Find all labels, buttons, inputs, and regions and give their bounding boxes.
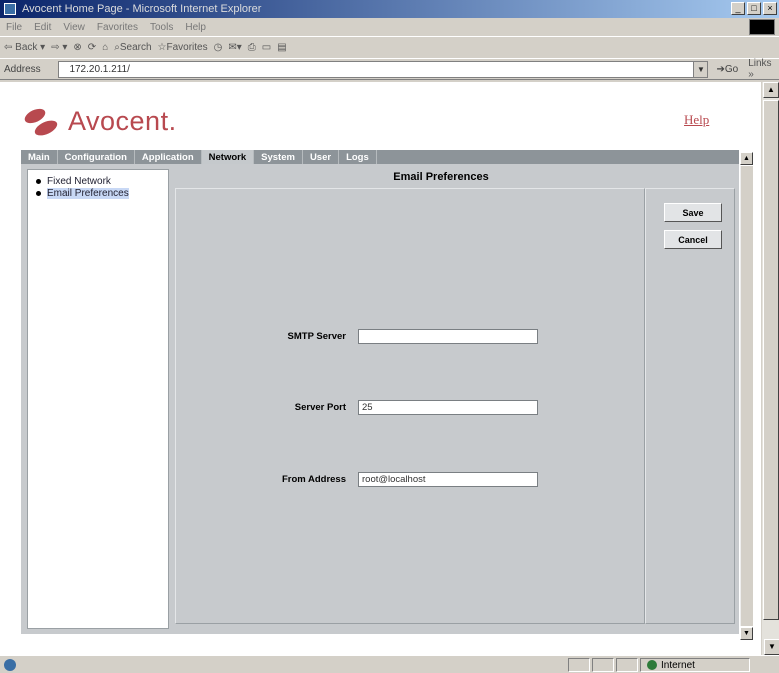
menu-bar: File Edit View Favorites Tools Help (0, 18, 779, 36)
back-button[interactable]: ⇦ Back ▾ (4, 42, 45, 53)
minimize-button[interactable]: _ (731, 2, 745, 15)
discuss-icon[interactable]: ▤ (277, 42, 286, 53)
smtp-server-label: SMTP Server (287, 331, 346, 342)
tab-configuration[interactable]: Configuration (58, 150, 135, 164)
network-sidebar: Fixed Network Email Preferences (27, 169, 169, 629)
window-title: Avocent Home Page - Microsoft Internet E… (22, 3, 262, 15)
menu-edit[interactable]: Edit (34, 22, 51, 33)
save-button[interactable]: Save (664, 203, 722, 222)
sidebar-item-fixed-network[interactable]: Fixed Network (36, 176, 160, 187)
stop-icon[interactable]: ⊗ (73, 42, 81, 53)
home-icon[interactable]: ⌂ (102, 42, 108, 53)
close-button[interactable]: × (763, 2, 777, 15)
tab-system[interactable]: System (254, 150, 303, 164)
scroll-up-icon[interactable]: ▲ (763, 82, 779, 98)
address-input[interactable]: 172.20.1.211/ ▼ (58, 60, 709, 78)
sidebar-item-label: Fixed Network (47, 176, 111, 187)
sidebar-item-label: Email Preferences (47, 188, 129, 199)
from-address-input[interactable] (358, 472, 538, 487)
maximize-button[interactable]: □ (747, 2, 761, 15)
actions-panel: Save Cancel (645, 188, 735, 624)
applet-scrollbar[interactable] (740, 166, 753, 626)
applet-scroll-down-icon[interactable]: ▼ (740, 627, 753, 640)
applet-scroll-up-icon[interactable]: ▲ (740, 152, 753, 165)
menu-help[interactable]: Help (185, 22, 206, 33)
menu-favorites[interactable]: Favorites (97, 22, 138, 33)
globe-icon (647, 660, 657, 670)
from-address-label: From Address (281, 474, 346, 485)
window-titlebar: Avocent Home Page - Microsoft Internet E… (0, 0, 779, 18)
tab-application[interactable]: Application (135, 150, 202, 164)
forward-button[interactable]: ⇨ ▾ (51, 42, 67, 53)
sidebar-item-email-preferences[interactable]: Email Preferences (36, 188, 160, 199)
page-title: Email Preferences (393, 171, 489, 183)
menu-view[interactable]: View (63, 22, 85, 33)
search-label: Search (119, 42, 152, 53)
applet-frame: Fixed Network Email Preferences Email Pr… (21, 164, 739, 634)
links-button[interactable]: Links » (748, 58, 779, 80)
ie-icon (4, 3, 16, 15)
scroll-down-icon[interactable]: ▼ (764, 639, 779, 655)
browser-scrollbar[interactable]: ▲ ▼ (761, 82, 779, 655)
address-bar: Address 172.20.1.211/ ▼ ➔Go Links » (0, 58, 779, 80)
go-label: Go (724, 63, 739, 75)
main-nav: Main Configuration Application Network S… (21, 150, 739, 164)
server-port-label: Server Port (294, 402, 346, 413)
menu-tools[interactable]: Tools (150, 22, 173, 33)
bullet-icon (36, 179, 41, 184)
smtp-server-row: SMTP Server (281, 329, 538, 344)
page-status-icon (4, 658, 16, 671)
brand-name: Avocent. (68, 106, 177, 136)
go-button[interactable]: ➔Go (716, 64, 738, 75)
menu-file[interactable]: File (6, 22, 22, 33)
server-port-input[interactable] (358, 400, 538, 415)
server-port-row: Server Port (281, 400, 538, 415)
tab-logs[interactable]: Logs (339, 150, 377, 164)
edit-icon[interactable]: ▭ (262, 42, 271, 53)
browser-toolbar: ⇦ Back ▾ ⇨ ▾ ⊗ ⟳ ⌂ ⌕Search ☆Favorites ◷ … (0, 36, 779, 58)
status-cell (616, 658, 638, 672)
tab-network[interactable]: Network (201, 150, 255, 164)
address-dropdown-icon[interactable]: ▼ (693, 61, 708, 77)
email-form-panel: SMTP Server Server Port From Address (175, 188, 645, 624)
back-label: Back (15, 42, 38, 53)
history-icon[interactable]: ◷ (214, 42, 223, 53)
avocent-logo: Avocent. (22, 105, 177, 139)
mail-icon[interactable]: ✉▾ (228, 42, 241, 53)
status-cell (568, 658, 590, 672)
search-button[interactable]: ⌕Search (114, 42, 151, 53)
tab-user[interactable]: User (303, 150, 340, 164)
zone-label: Internet (661, 659, 695, 671)
status-bar: Internet (0, 655, 779, 673)
address-url: 172.20.1.211/ (69, 63, 130, 75)
address-label: Address (4, 63, 41, 75)
scroll-thumb[interactable] (763, 100, 779, 620)
page-content: Avocent. Help Main Configuration Applica… (0, 82, 761, 655)
favorites-label: Favorites (166, 42, 208, 53)
security-zone: Internet (640, 658, 750, 672)
bullet-icon (36, 191, 41, 196)
status-cell (592, 658, 614, 672)
from-address-row: From Address (281, 472, 538, 487)
windows-logo-icon (749, 19, 775, 35)
favorites-button[interactable]: ☆Favorites (158, 42, 208, 53)
smtp-server-input[interactable] (358, 329, 538, 344)
tab-main[interactable]: Main (21, 150, 58, 164)
print-icon[interactable]: ⎙ (248, 42, 256, 53)
refresh-icon[interactable]: ⟳ (88, 42, 96, 53)
window-controls: _ □ × (731, 2, 777, 15)
cancel-button[interactable]: Cancel (664, 230, 722, 249)
help-link[interactable]: Help (684, 112, 709, 128)
avocent-logo-mark-icon (22, 105, 62, 139)
